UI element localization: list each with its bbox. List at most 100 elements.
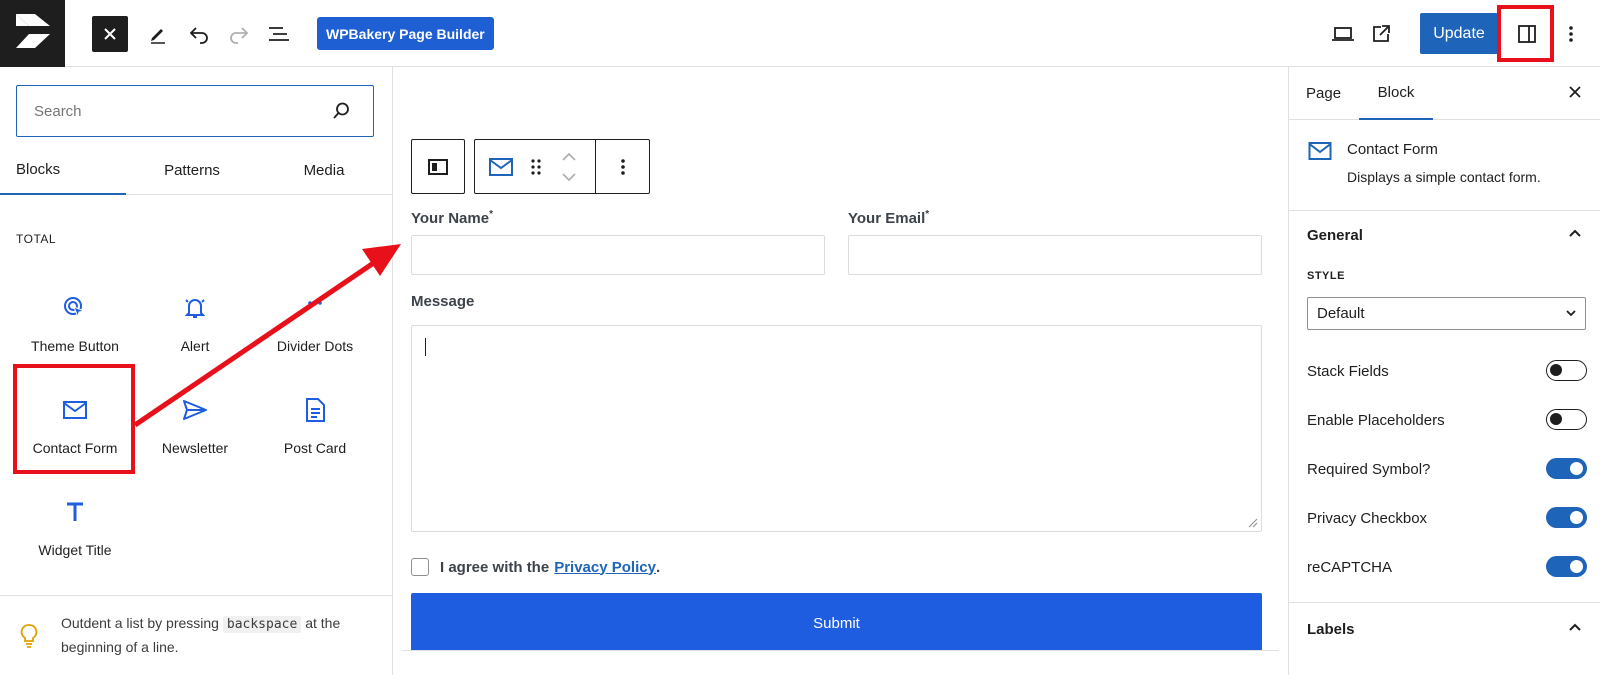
highlight-contact-form-box [13,364,135,474]
toggle-label: Stack Fields [1307,362,1389,380]
preview-device-button[interactable] [1325,16,1361,52]
email-input[interactable] [848,235,1262,275]
required-mark: * [925,209,930,220]
list-view-icon [269,27,289,41]
redo-icon [230,27,249,44]
toggle-row-privacy-checkbox: Privacy Checkbox [1307,506,1587,530]
required-mark: * [489,209,493,220]
toggle-label: Enable Placeholders [1307,411,1445,429]
block-label: Theme Button [31,338,119,354]
tab-media[interactable]: Media [258,145,390,195]
toggle-label: Privacy Checkbox [1307,509,1428,527]
view-post-button[interactable] [1363,16,1399,52]
name-label: Your Name* [411,209,493,227]
block-widget-title[interactable]: Widget Title [16,484,134,574]
toggle-row-required-symbol: Required Symbol? [1307,457,1587,481]
update-button[interactable]: Update [1420,13,1498,54]
document-icon [306,398,325,422]
block-newsletter[interactable]: Newsletter [136,382,254,472]
move-up-down-icon[interactable] [561,152,577,182]
email-label-text: Your Email [848,210,926,227]
labels-panel-title[interactable]: Labels [1307,621,1355,638]
toggle-row-enable-placeholders: Enable Placeholders [1307,408,1587,432]
required-symbol-toggle[interactable] [1546,458,1587,479]
email-label: Your Email* [848,209,929,227]
style-label: STYLE [1307,270,1345,282]
block-card-title: Contact Form [1347,141,1438,158]
block-label: Newsletter [161,440,229,456]
undo-icon [189,27,208,44]
chevron-up-icon[interactable] [1568,622,1582,632]
name-input[interactable] [411,235,825,275]
lightbulb-icon [20,624,38,648]
sidebar-tabs: Page Block [1289,67,1600,120]
toolbar-separator [595,140,596,193]
block-post-card[interactable]: Post Card [256,382,374,472]
logo-icon [15,13,50,48]
block-divider-dots[interactable]: Divider Dots [256,280,374,370]
settings-sidebar: Page Block Contact Form Displays a simpl… [1288,67,1600,675]
columns-icon [428,158,448,175]
style-select[interactable]: Default [1307,297,1586,330]
highlight-settings-box [1497,5,1554,62]
message-textarea[interactable] [411,325,1262,532]
resize-handle-icon[interactable] [1248,518,1258,528]
agree-text: I agree with the [440,558,550,576]
tab-patterns[interactable]: Patterns [126,145,258,195]
general-panel-title[interactable]: General [1307,227,1363,244]
block-theme-button[interactable]: Theme Button [16,280,134,370]
bell-icon [184,299,206,318]
dots-icon [308,301,322,305]
text-caret [425,338,426,356]
more-options-icon[interactable] [620,157,626,177]
enable-placeholders-toggle[interactable] [1546,409,1587,430]
privacy-checkbox-toggle[interactable] [1546,507,1587,528]
toggle-label: reCAPTCHA [1307,558,1393,576]
search-placeholder: Search [34,102,82,120]
submit-button[interactable]: Submit [411,593,1262,653]
block-label: Post Card [283,440,347,456]
agree-suffix: . [655,558,661,576]
tab-page[interactable]: Page [1289,67,1359,120]
block-inserter-panel: Search Blocks Patterns Media TOTAL Theme… [0,67,393,675]
block-parent-toolbar[interactable] [411,139,465,194]
close-inserter-button[interactable] [92,16,128,52]
drag-handle-icon[interactable] [530,158,542,176]
search-icon [333,102,349,119]
tip-panel: Outdent a list by pressing backspace at … [0,595,393,675]
undo-button[interactable] [181,16,217,52]
laptop-icon [1332,27,1354,41]
toggle-label: Required Symbol? [1307,460,1431,478]
block-card-description: Displays a simple contact form. [1347,169,1541,185]
tab-block[interactable]: Block [1359,67,1433,120]
recaptcha-toggle[interactable] [1546,556,1587,577]
privacy-checkbox[interactable] [411,558,429,576]
tab-blocks[interactable]: Blocks [0,145,126,195]
tip-text-before: Outdent a list by pressing [61,615,223,631]
editor-topbar: WPBakery Page Builder Update [0,0,1600,67]
privacy-policy-link[interactable]: Privacy Policy [554,559,656,576]
editor-canvas: Your Name* Your Email* Message I agree w… [394,67,1287,675]
block-search-input[interactable]: Search [16,85,374,137]
text-t-icon [67,502,83,521]
block-alert[interactable]: Alert [136,280,254,370]
stack-fields-toggle[interactable] [1546,360,1587,381]
vertical-ellipsis-icon [1569,26,1573,42]
redo-button[interactable] [221,16,257,52]
message-label: Message [411,293,475,310]
pencil-icon [151,29,165,44]
chevron-up-icon[interactable] [1568,228,1582,238]
privacy-agree-row: I agree with the Privacy Policy . [411,558,660,576]
block-category-title: TOTAL [16,232,57,246]
options-menu-button[interactable] [1553,16,1589,52]
envelope-icon[interactable] [488,157,514,177]
wpbakery-page-builder-button[interactable]: WPBakery Page Builder [317,17,494,50]
site-logo[interactable] [0,0,65,67]
document-overview-button[interactable] [261,16,297,52]
inserter-tabs: Blocks Patterns Media [0,145,393,195]
style-select-value: Default [1317,305,1365,322]
close-icon[interactable] [1567,84,1583,100]
canvas-footer-strip [402,650,1279,675]
close-icon [104,28,116,40]
tools-button[interactable] [140,16,176,52]
